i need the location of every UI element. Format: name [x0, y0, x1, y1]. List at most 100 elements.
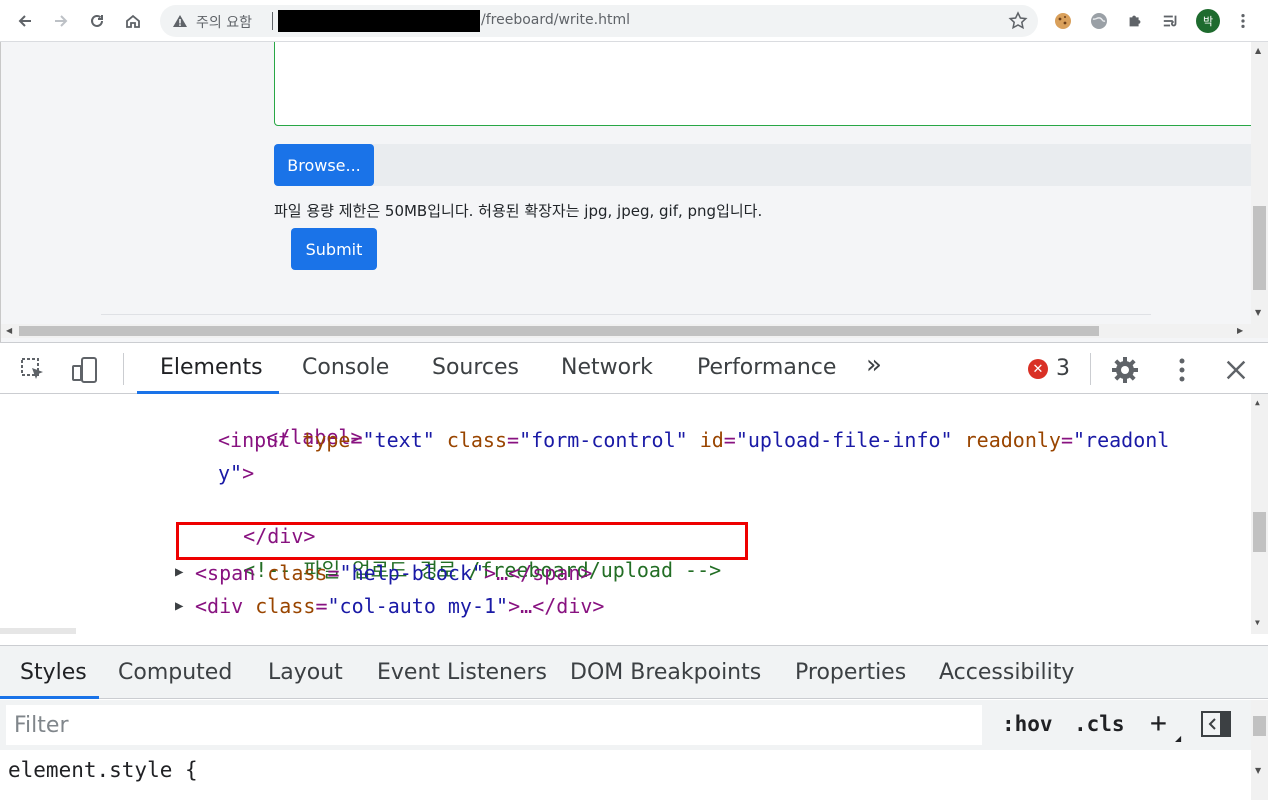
- device-toolbar-icon[interactable]: [70, 355, 100, 385]
- tab-elements[interactable]: Elements: [160, 355, 263, 380]
- error-count[interactable]: 3: [1056, 356, 1070, 381]
- styles-filter-row: :hov .cls + ◢: [0, 700, 1268, 750]
- puzzle-extensions-icon[interactable]: [1124, 10, 1146, 32]
- dom-node-span[interactable]: <span class="help-block">…</span>: [195, 558, 592, 588]
- scroll-right-icon[interactable]: ▶: [1237, 326, 1243, 335]
- styles-vertical-scrollbar[interactable]: ▼: [1251, 700, 1268, 800]
- cookie-extension-icon[interactable]: [1052, 10, 1074, 32]
- new-style-rule-plus-icon[interactable]: +: [1150, 706, 1167, 739]
- dom-attr-name: readonly: [964, 428, 1061, 452]
- styles-tab-bar: Styles Computed Layout Event Listeners D…: [0, 645, 1268, 699]
- submit-button[interactable]: Submit: [291, 228, 377, 270]
- tab-computed[interactable]: Computed: [118, 660, 232, 685]
- file-help-text: 파일 용량 제한은 50MB입니다. 허용된 확장자는 jpg, jpeg, g…: [274, 202, 763, 220]
- file-info-field[interactable]: [274, 144, 1264, 186]
- bookmark-star-icon[interactable]: [1008, 11, 1028, 31]
- dom-attr-value: "help-block": [339, 561, 485, 585]
- arrow-right-icon: [55, 15, 68, 27]
- arrow-left-icon: [18, 15, 31, 27]
- inspect-element-icon[interactable]: [18, 355, 48, 385]
- dom-attr-value: "form-control": [519, 428, 688, 452]
- scroll-down-icon[interactable]: ▼: [1255, 618, 1260, 627]
- page-hscroll-thumb[interactable]: [19, 326, 1099, 336]
- chrome-menu-icon[interactable]: [1232, 10, 1254, 32]
- dom-attr-name: class: [446, 428, 508, 452]
- dom-node-input-cont[interactable]: y">: [218, 458, 254, 488]
- tab-dom-breakpoints[interactable]: DOM Breakpoints: [570, 660, 761, 685]
- dom-node-comment[interactable]: <!-- 파일 업로드 경로 /freeboard/upload -->: [195, 525, 721, 582]
- dom-tag: <div: [195, 594, 244, 618]
- scroll-up-icon[interactable]: ▲: [1255, 398, 1260, 407]
- dom-vertical-scrollbar[interactable]: ▲ ▼: [1251, 394, 1268, 634]
- url-path: /freeboard/write.html: [481, 12, 631, 28]
- tab-properties[interactable]: Properties: [795, 660, 906, 685]
- dom-attr-value: "readonl: [1073, 428, 1170, 452]
- devtools-tab-bar: Elements Console Sources Network Perform…: [0, 342, 1268, 394]
- tab-sources[interactable]: Sources: [432, 355, 519, 380]
- dom-attr-value: "text": [362, 428, 435, 452]
- scroll-down-icon[interactable]: ▼: [1255, 308, 1261, 317]
- scroll-left-icon[interactable]: ◀: [6, 326, 12, 335]
- back-button[interactable]: [10, 6, 40, 36]
- address-bar[interactable]: 주의 요함 /freeboard/write.html: [160, 5, 1038, 37]
- page-vertical-scrollbar[interactable]: ▲ ▼: [1251, 42, 1268, 324]
- dom-tag: >: [242, 461, 255, 485]
- dom-attr-value: "upload-file-info": [735, 428, 953, 452]
- dom-attr-value: y": [218, 461, 243, 485]
- forward-button[interactable]: [46, 6, 76, 36]
- error-x-icon[interactable]: ✕: [1028, 359, 1048, 379]
- tab-styles[interactable]: Styles: [20, 660, 87, 685]
- styles-filter-input[interactable]: [6, 705, 982, 745]
- dom-attr-name: class: [267, 561, 328, 585]
- reload-button[interactable]: [82, 6, 112, 36]
- expand-triangle-icon[interactable]: ▶: [175, 564, 183, 580]
- dom-node-div-close[interactable]: </div>: [195, 491, 315, 548]
- content-textarea[interactable]: [274, 42, 1264, 126]
- elements-dom-tree: </label> <input type="text" class="form-…: [0, 394, 1268, 634]
- warning-triangle-icon: [173, 15, 187, 27]
- dom-tag: <span: [195, 561, 256, 585]
- dom-node-label-close[interactable]: </label>: [218, 394, 362, 449]
- tab-network[interactable]: Network: [561, 355, 653, 380]
- tab-layout[interactable]: Layout: [268, 660, 343, 685]
- more-tabs-chevron-icon[interactable]: »: [866, 350, 882, 380]
- scroll-down-icon[interactable]: ▼: [1255, 766, 1261, 775]
- dom-tag: >…</span>: [484, 561, 593, 585]
- element-style-rule[interactable]: element.style {: [8, 758, 198, 782]
- dom-attr-value: "col-auto my-1": [327, 594, 509, 618]
- home-button[interactable]: [118, 6, 148, 36]
- dom-attr-name: class: [255, 594, 316, 618]
- tab-console[interactable]: Console: [302, 355, 389, 380]
- browser-toolbar: 주의 요함 /freeboard/write.html 박: [0, 0, 1268, 42]
- reload-icon: [91, 14, 103, 27]
- active-styles-tab-indicator: [0, 696, 99, 699]
- globe-extension-icon[interactable]: [1088, 10, 1110, 32]
- page-scroll-thumb[interactable]: [1253, 206, 1266, 290]
- dom-node-div[interactable]: <div class="col-auto my-1">…</div>: [195, 591, 604, 621]
- dom-tag: <input: [218, 428, 291, 452]
- browse-button[interactable]: Browse...: [274, 144, 374, 186]
- toggle-sidebar-icon[interactable]: [1200, 710, 1232, 738]
- profile-avatar[interactable]: 박: [1196, 9, 1220, 33]
- page-horizontal-scrollbar[interactable]: ◀ ▶: [1, 324, 1268, 338]
- dom-horizontal-scroll[interactable]: [0, 628, 76, 634]
- redacted-host: [278, 10, 480, 32]
- expand-triangle-icon[interactable]: ▶: [175, 598, 183, 614]
- close-devtools-icon[interactable]: [1221, 355, 1251, 385]
- devtools-menu-icon[interactable]: [1167, 355, 1197, 385]
- class-toggle[interactable]: .cls: [1074, 712, 1125, 736]
- tab-accessibility[interactable]: Accessibility: [939, 660, 1074, 685]
- plus-dropdown-icon[interactable]: ◢: [1175, 734, 1181, 743]
- dom-node-input[interactable]: <input type="text" class="form-control" …: [218, 425, 1169, 455]
- settings-gear-icon[interactable]: [1110, 355, 1140, 385]
- scroll-up-icon[interactable]: ▲: [1255, 46, 1261, 55]
- tab-performance[interactable]: Performance: [697, 355, 836, 380]
- dom-scroll-thumb[interactable]: [1253, 512, 1266, 552]
- dom-attr-name: id: [699, 428, 724, 452]
- home-icon: [126, 14, 140, 28]
- hover-state-toggle[interactable]: :hov: [1002, 712, 1053, 736]
- devtools-separator: [123, 353, 124, 385]
- styles-scroll-thumb[interactable]: [1253, 716, 1266, 736]
- media-queue-icon[interactable]: [1160, 10, 1182, 32]
- tab-event-listeners[interactable]: Event Listeners: [377, 660, 547, 685]
